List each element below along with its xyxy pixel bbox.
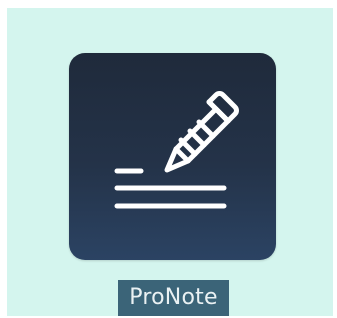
app-name-label[interactable]: ProNote — [118, 280, 229, 316]
pencil-note-icon — [114, 91, 239, 209]
pronote-app-icon[interactable] — [69, 53, 276, 260]
